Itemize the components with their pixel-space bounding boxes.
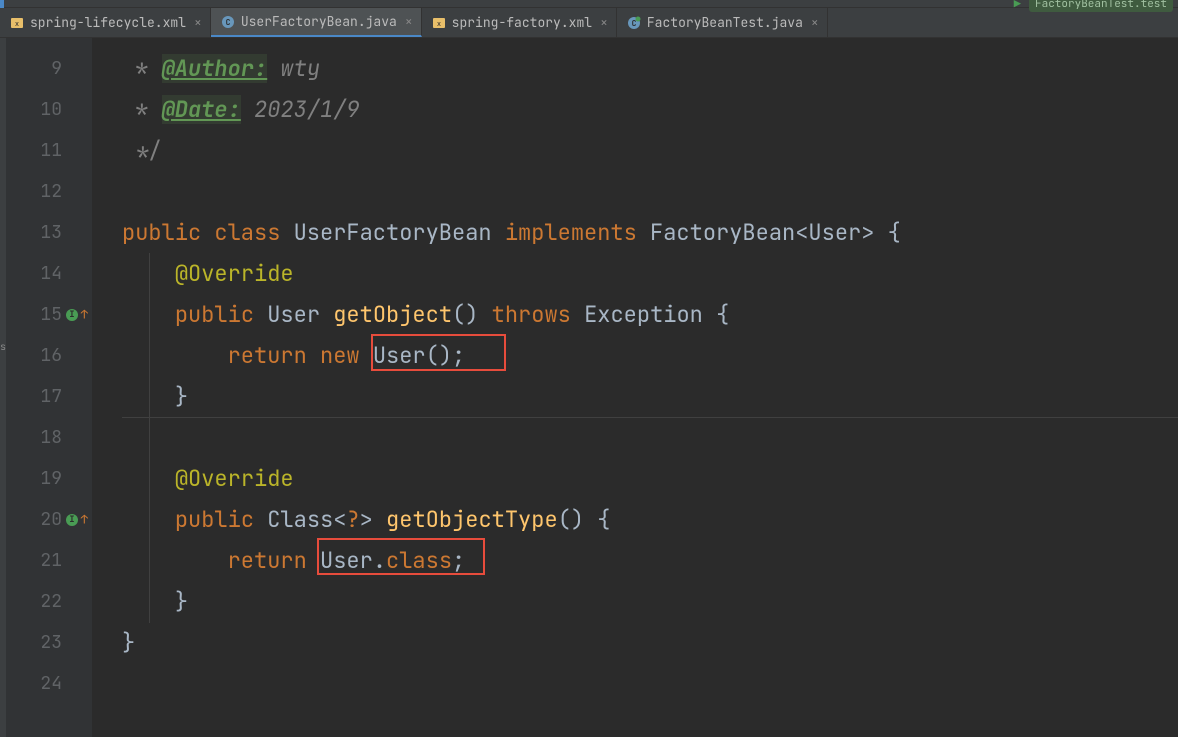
line-number: 22 — [6, 581, 92, 622]
line-number: 9 — [6, 48, 92, 89]
code-line: return new User(); — [122, 335, 1178, 376]
svg-text:C: C — [631, 19, 636, 29]
line-number: 19 — [6, 458, 92, 499]
code-line: } — [122, 376, 1178, 417]
breadcrumb-bar: ▶ FactoryBeanTest.test — [0, 0, 1178, 8]
run-configuration[interactable]: FactoryBeanTest.test — [1029, 0, 1173, 12]
override-up-icon[interactable]: ↑ — [81, 499, 88, 540]
close-icon[interactable]: × — [405, 13, 413, 30]
code-line: return User.class; — [122, 540, 1178, 581]
tab-factorybeantest[interactable]: C FactoryBeanTest.java × — [617, 8, 828, 37]
tab-label: FactoryBeanTest.java — [647, 14, 803, 31]
tab-label: spring-factory.xml — [452, 14, 592, 31]
code-line: } — [92, 622, 1178, 663]
implements-icon[interactable]: I — [66, 309, 78, 321]
line-number: 17 — [6, 376, 92, 417]
code-line — [122, 171, 1178, 212]
line-number: 13 — [6, 212, 92, 253]
svg-text:C: C — [225, 18, 230, 28]
line-number: 18 — [6, 417, 92, 458]
line-number: 11 — [6, 130, 92, 171]
code-line — [122, 417, 1178, 458]
line-number: 12 — [6, 171, 92, 212]
code-line: */ — [122, 130, 1178, 171]
code-line: * @Date: 2023/1/9 — [122, 89, 1178, 130]
tab-label: spring-lifecycle.xml — [30, 14, 186, 31]
code-line: public Class<?> getObjectType() { — [122, 499, 1178, 540]
svg-text:x: x — [437, 20, 441, 29]
line-number: 24 — [6, 663, 92, 704]
close-icon[interactable]: × — [811, 14, 819, 31]
line-number: 15 I ↑ — [6, 294, 92, 335]
code-line: @Override — [122, 253, 1178, 294]
code-line: * @Author: wty — [122, 48, 1178, 89]
indent-guide — [149, 253, 150, 623]
implements-icon[interactable]: I — [66, 514, 78, 526]
code-area[interactable]: * @Author: wty * @Date: 2023/1/9 */ publ… — [92, 38, 1178, 737]
line-number: 20 I ↑ — [6, 499, 92, 540]
line-number: 14 — [6, 253, 92, 294]
run-play-icon[interactable]: ▶ — [1014, 0, 1021, 12]
line-number: 21 — [6, 540, 92, 581]
java-test-icon: C — [627, 16, 641, 30]
tab-spring-factory[interactable]: x spring-factory.xml × — [422, 8, 617, 37]
code-line — [122, 663, 1178, 704]
line-number: 23 — [6, 622, 92, 663]
editor-tabs: x spring-lifecycle.xml × C UserFactoryBe… — [0, 8, 1178, 38]
tab-label: UserFactoryBean.java — [241, 13, 397, 30]
left-edge-indicator — [0, 0, 4, 8]
java-icon: C — [221, 15, 235, 29]
xml-icon: x — [10, 16, 24, 30]
close-icon[interactable]: × — [600, 14, 608, 31]
line-number: 16 — [6, 335, 92, 376]
override-up-icon[interactable]: ↑ — [81, 294, 88, 335]
svg-text:x: x — [15, 20, 19, 29]
code-line: public User getObject() throws Exception… — [122, 294, 1178, 335]
gutter[interactable]: 9 10 11 12 13 14 15 I ↑ 16 17 18 19 20 I… — [6, 38, 92, 737]
line-number: 10 — [6, 89, 92, 130]
close-icon[interactable]: × — [194, 14, 202, 31]
tab-userfactorybean[interactable]: C UserFactoryBean.java × — [211, 8, 422, 37]
code-line: } — [122, 581, 1178, 622]
editor-area: ss 9 10 11 12 13 14 15 I ↑ 16 17 18 19 2… — [0, 38, 1178, 737]
code-line: @Override — [122, 458, 1178, 499]
tab-spring-lifecycle[interactable]: x spring-lifecycle.xml × — [0, 8, 211, 37]
code-line: public class UserFactoryBean implements … — [92, 212, 1178, 253]
xml-icon: x — [432, 16, 446, 30]
